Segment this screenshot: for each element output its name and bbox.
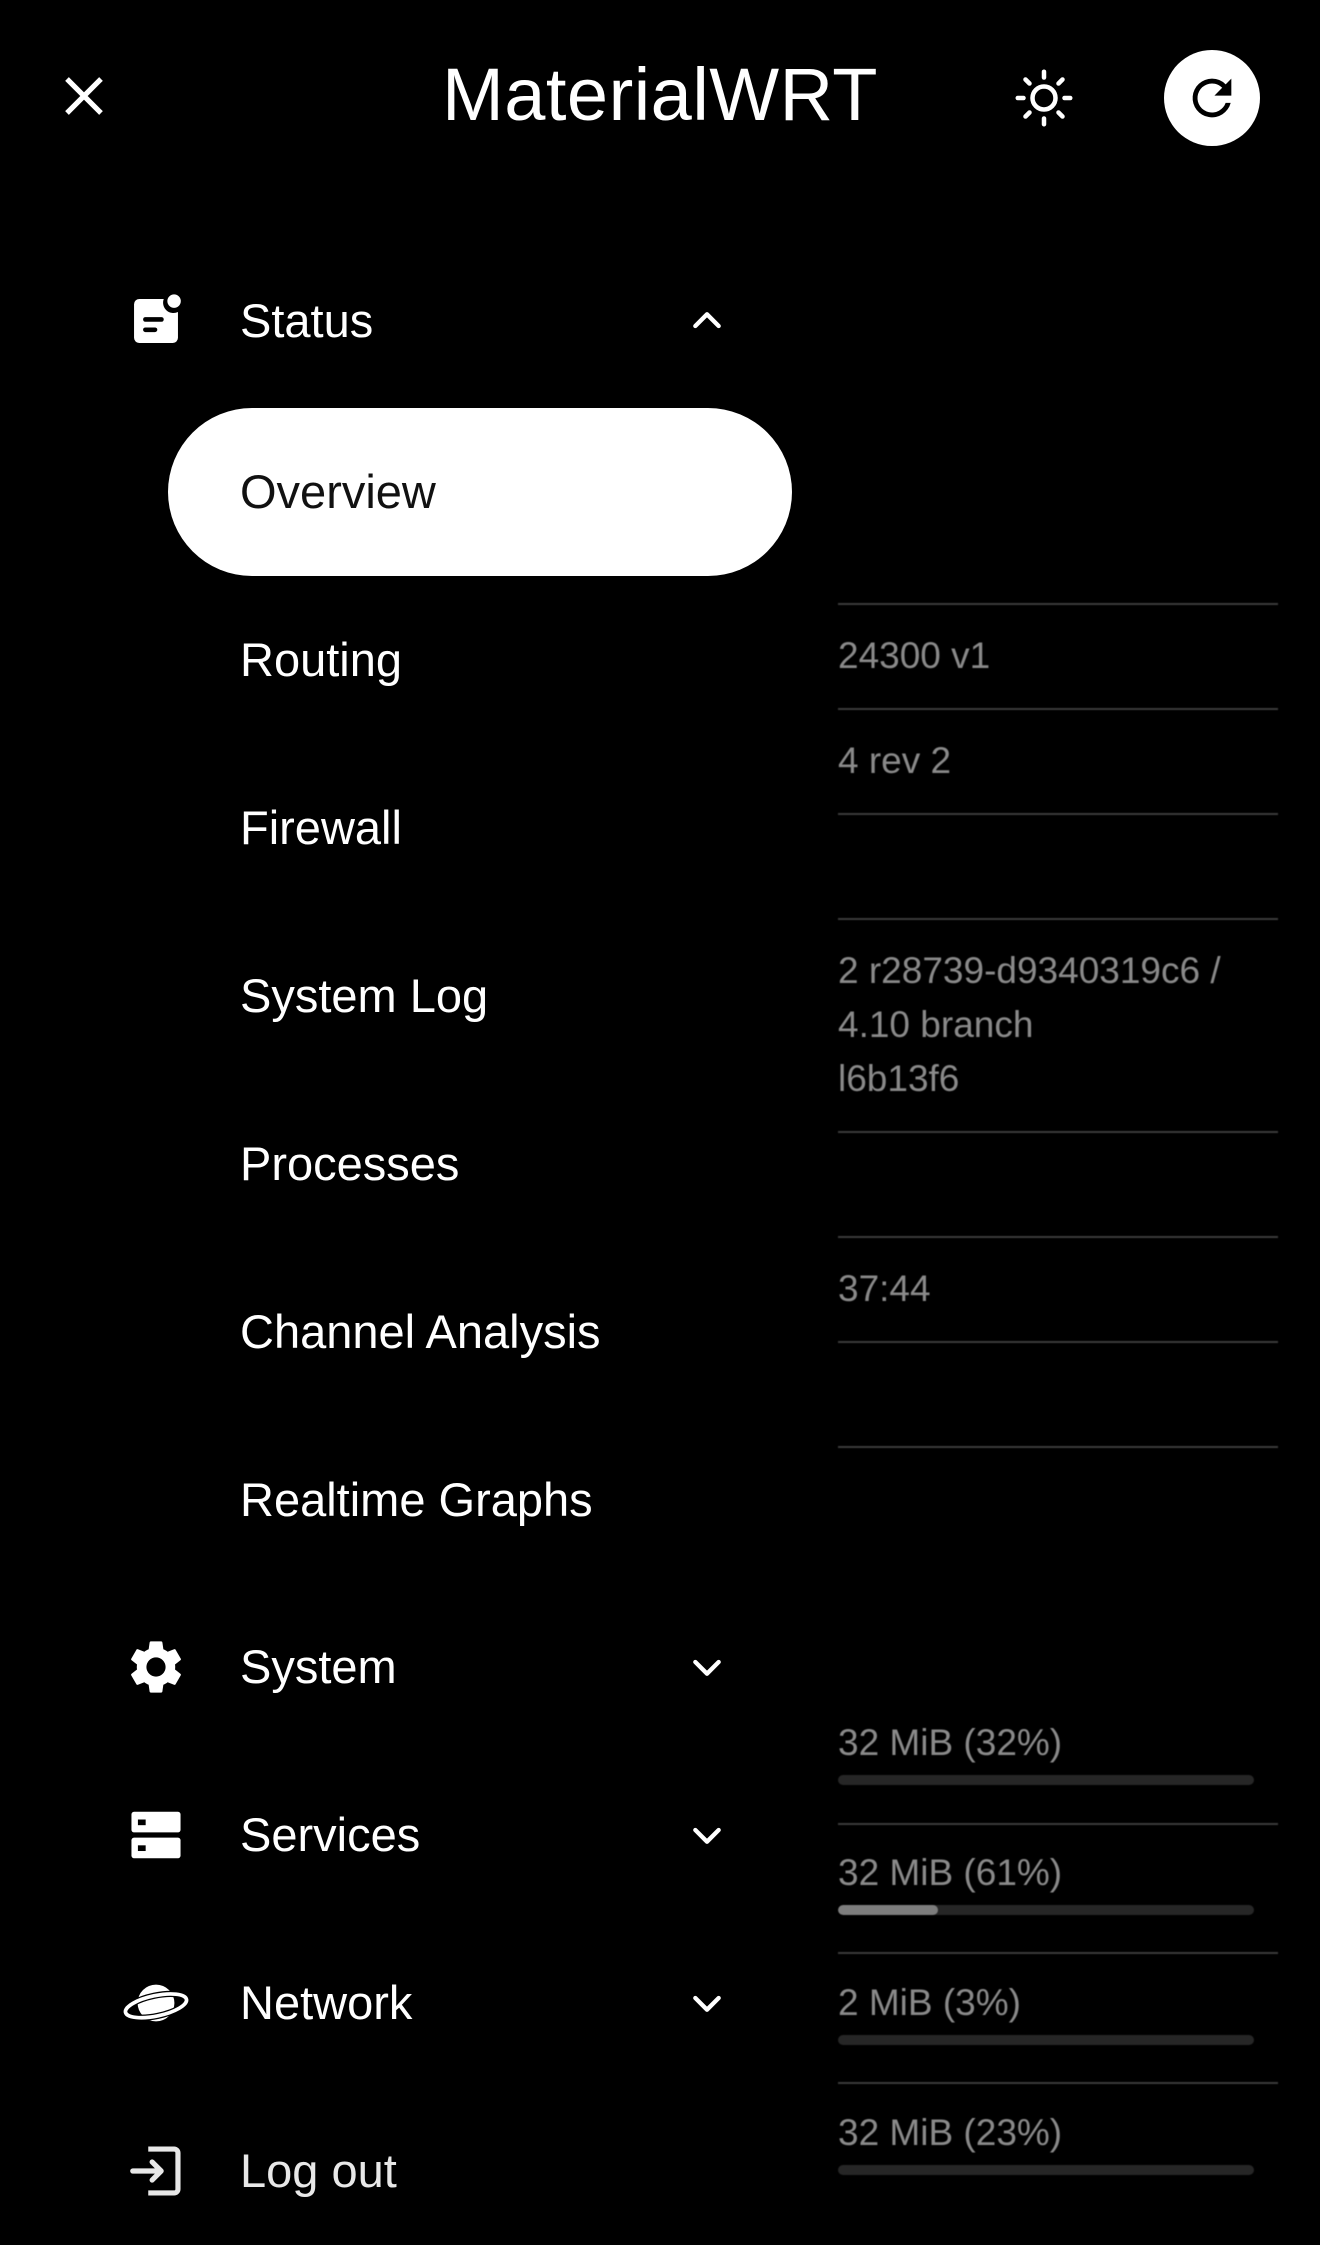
nav-item-realtime-graphs[interactable]: Realtime Graphs xyxy=(168,1416,792,1584)
nav-item-label: Overview xyxy=(240,465,436,518)
local-time-value: 37:44 xyxy=(838,1268,931,1309)
nav-item-overview[interactable]: Overview xyxy=(168,408,792,576)
row-divider xyxy=(838,1131,1278,1133)
nav-item-label: Realtime Graphs xyxy=(240,1473,593,1526)
chevron-down-icon xyxy=(685,1813,729,1857)
app-title: MaterialWRT xyxy=(442,53,878,136)
chevron-down-icon xyxy=(685,1645,729,1689)
nav-group-services[interactable]: Services xyxy=(0,1770,780,1900)
row-divider xyxy=(838,603,1278,605)
nav-group-label: Network xyxy=(240,1976,413,2029)
refresh-icon xyxy=(1192,78,1232,118)
app-header: MaterialWRT xyxy=(0,0,1320,190)
nav-group-status[interactable]: Status xyxy=(0,256,780,386)
row-divider xyxy=(838,708,1278,710)
row-divider xyxy=(838,1446,1278,1448)
services-icon xyxy=(120,1799,192,1871)
memory-row-text: 32 MiB (61%) xyxy=(838,1852,1063,1893)
memory-progress-bar xyxy=(838,2035,1254,2045)
memory-progress-bar xyxy=(838,1775,1254,1785)
nav-item-routing[interactable]: Routing xyxy=(168,576,792,744)
row-divider xyxy=(838,2082,1278,2084)
gear-icon xyxy=(120,1631,192,1703)
brightness-icon xyxy=(1015,69,1073,127)
firmware-value-line3: l6b13f6 xyxy=(838,1058,960,1099)
theme-toggle-button[interactable] xyxy=(1008,62,1080,134)
row-divider xyxy=(838,1823,1278,1825)
nav-item-label: Processes xyxy=(240,1137,460,1190)
nav-item-label: System Log xyxy=(240,969,489,1022)
memory-progress-bar xyxy=(838,1905,1254,1915)
row-divider xyxy=(838,918,1278,920)
nav-item-firewall[interactable]: Firewall xyxy=(168,744,792,912)
navigation-drawer: Status Overview Routing Firewall System … xyxy=(0,190,800,2245)
nav-item-label: Firewall xyxy=(240,801,402,854)
memory-row-text: 32 MiB (23%) xyxy=(838,2112,1063,2153)
architecture-value: 4 rev 2 xyxy=(838,740,952,781)
logout-button[interactable]: Log out xyxy=(0,2106,780,2236)
memory-row-text: 2 MiB (3%) xyxy=(838,1982,1021,2023)
nav-group-system[interactable]: System xyxy=(0,1602,780,1732)
nav-group-label: Services xyxy=(240,1808,421,1861)
refresh-button[interactable] xyxy=(1164,50,1260,146)
nav-item-system-log[interactable]: System Log xyxy=(168,912,792,1080)
nav-item-channel-analysis[interactable]: Channel Analysis xyxy=(168,1248,792,1416)
nav-group-label: System xyxy=(240,1640,397,1693)
memory-progress-fill xyxy=(838,1905,938,1915)
logout-icon xyxy=(120,2135,192,2207)
memory-progress-bar xyxy=(838,2165,1254,2175)
close-drawer-button[interactable] xyxy=(48,60,120,132)
row-divider xyxy=(838,1341,1278,1343)
nav-group-label: Log out xyxy=(240,2144,397,2197)
firmware-value-line2: 4.10 branch xyxy=(838,1004,1034,1045)
row-divider xyxy=(838,1952,1278,1954)
memory-row-text: 32 MiB (32%) xyxy=(838,1722,1063,1763)
firmware-value-line1: 2 r28739-d9340319c6 / xyxy=(838,950,1221,991)
status-icon xyxy=(120,285,192,357)
nav-group-network[interactable]: Network xyxy=(0,1938,780,2068)
close-icon xyxy=(65,77,103,115)
nav-item-processes[interactable]: Processes xyxy=(168,1080,792,1248)
nav-group-label: Status xyxy=(240,294,374,347)
network-icon xyxy=(120,1967,192,2039)
chevron-down-icon xyxy=(685,1981,729,2025)
background-page-content: 24300 v1 4 rev 2 2 r28739-d9340319c6 / 4… xyxy=(838,0,1320,2245)
row-divider xyxy=(838,1236,1278,1238)
model-value: 24300 v1 xyxy=(838,635,991,676)
nav-item-label: Channel Analysis xyxy=(240,1305,601,1358)
chevron-up-icon xyxy=(685,299,729,343)
nav-item-label: Routing xyxy=(240,633,402,686)
row-divider xyxy=(838,813,1278,815)
